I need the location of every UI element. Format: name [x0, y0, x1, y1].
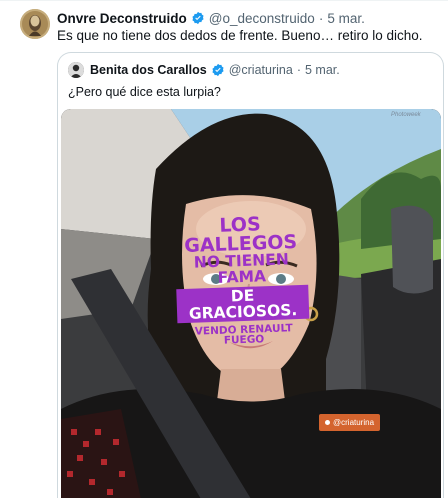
sticker-line-3: DE GRACIOSOS.: [176, 284, 310, 324]
mention-tag[interactable]: @criaturina: [319, 414, 381, 431]
tweet-date[interactable]: 5 mar.: [327, 11, 365, 26]
separator-dot: ·: [296, 63, 301, 77]
tweet-text: Es que no tiene dos dedos de frente. Bue…: [57, 28, 423, 43]
quote-header: Benita dos Carallos @criaturina · 5 mar.: [68, 62, 340, 78]
separator-dot: ·: [318, 10, 324, 26]
quote-photo[interactable]: Photoweek LOS GALLEGOS NO TIENEN FAMA DE…: [61, 109, 441, 498]
photo-watermark: Photoweek: [391, 112, 421, 118]
quote-author-avatar[interactable]: [68, 62, 84, 78]
quote-text: ¿Pero qué dice esta lurpia?: [68, 85, 221, 99]
verified-badge-icon: [191, 11, 205, 25]
quote-author-handle[interactable]: @criaturina: [229, 63, 293, 77]
quote-author-name[interactable]: Benita dos Carallos: [90, 63, 207, 77]
user-icon: [325, 420, 330, 426]
author-name[interactable]: Onvre Deconstruido: [57, 11, 187, 26]
tweet[interactable]: Onvre Deconstruido @o_deconstruido · 5 m…: [0, 0, 448, 498]
mention-tag-label: @criaturina: [333, 418, 375, 427]
quote-date[interactable]: 5 mar.: [305, 63, 340, 77]
quoted-tweet[interactable]: Benita dos Carallos @criaturina · 5 mar.…: [57, 52, 444, 498]
tweet-header: Onvre Deconstruido @o_deconstruido · 5 m…: [57, 10, 365, 26]
author-handle[interactable]: @o_deconstruido: [209, 11, 315, 26]
divider: [0, 0, 448, 1]
text-sticker: LOS GALLEGOS NO TIENEN FAMA DE GRACIOSOS…: [174, 213, 310, 348]
author-avatar[interactable]: [20, 9, 50, 39]
sticker-line-2: NO TIENEN FAMA: [193, 250, 290, 287]
verified-badge-icon: [211, 63, 225, 77]
